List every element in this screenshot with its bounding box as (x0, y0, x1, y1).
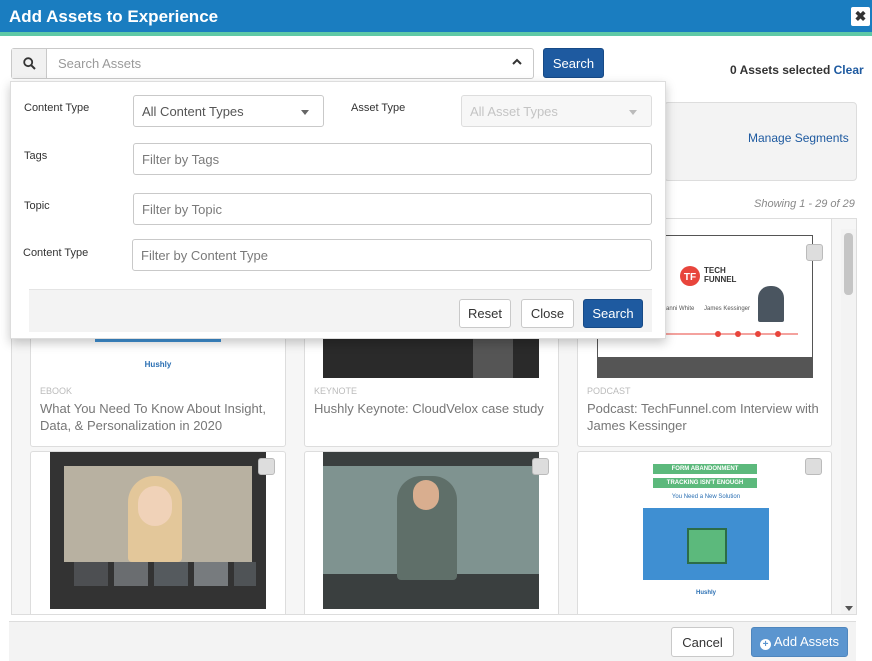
guest-photo (758, 286, 784, 322)
asset-select-checkbox[interactable] (258, 458, 275, 475)
content-type-filter-input[interactable] (132, 239, 652, 271)
reset-button[interactable]: Reset (459, 299, 511, 328)
filter-panel: Content Type All Content Types Asset Typ… (10, 81, 666, 339)
asset-thumbnail (323, 452, 539, 609)
dialog-header: Add Assets to Experience ✖ (0, 0, 872, 36)
asset-card[interactable]: FORM ABANDONMENT TRACKING ISN'T ENOUGH Y… (577, 451, 832, 614)
close-filter-button[interactable]: Close (521, 299, 574, 328)
dialog-title: Add Assets to Experience (9, 7, 219, 26)
content-type-filter-label: Content Type (23, 247, 89, 259)
asset-title: What You Need To Know About Insight, Dat… (40, 401, 266, 433)
thumbnail-brand: Hushly (695, 590, 716, 596)
tags-label: Tags (24, 150, 48, 162)
asset-select-checkbox[interactable] (532, 458, 549, 475)
asset-card[interactable] (304, 451, 559, 614)
asset-type-select[interactable]: All Asset Types (461, 95, 652, 127)
caret-down-icon (629, 110, 637, 115)
content-type-label: Content Type (24, 102, 90, 114)
asset-title: Podcast: TechFunnel.com Interview with J… (587, 401, 819, 433)
search-button[interactable]: Search (543, 48, 604, 78)
segments-panel: Manage Segments (664, 102, 857, 181)
asset-card[interactable] (30, 451, 286, 614)
asset-title: Hushly Keynote: CloudVelox case study (314, 401, 544, 416)
scrollbar-thumb[interactable] (844, 233, 853, 295)
add-assets-button[interactable]: + Add Assets (751, 627, 848, 657)
asset-type: PODCAST (587, 386, 631, 396)
asset-type: KEYNOTE (314, 386, 358, 396)
asset-type-value: All Asset Types (470, 104, 558, 119)
selected-count: 0 Assets selected (730, 63, 831, 77)
clear-link[interactable]: Clear (834, 63, 864, 77)
chevron-up-icon[interactable] (511, 56, 523, 71)
asset-select-checkbox[interactable] (805, 458, 822, 475)
search-icon[interactable] (12, 49, 47, 78)
scroll-down-icon[interactable] (845, 606, 853, 611)
svg-text:TF: TF (684, 272, 696, 283)
filter-panel-footer: Reset Close Search (29, 289, 652, 332)
tags-input[interactable] (133, 143, 652, 175)
filter-search-button[interactable]: Search (583, 299, 643, 328)
thumbnail-subheading: You Need a New Solution (671, 494, 741, 500)
search-bar (11, 48, 534, 79)
thumbnail-heading: FORM ABANDONMENT (653, 464, 757, 474)
content-type-select[interactable]: All Content Types (133, 95, 324, 127)
results-count: Showing 1 - 29 of 29 (754, 198, 855, 210)
asset-thumbnail: FORM ABANDONMENT TRACKING ISN'T ENOUGH Y… (643, 452, 769, 609)
asset-type: EBOOK (40, 386, 73, 396)
asset-thumbnail (50, 452, 266, 609)
thumbnail-brand: Hushly (144, 360, 172, 369)
asset-select-checkbox[interactable] (806, 244, 823, 261)
cancel-button[interactable]: Cancel (671, 627, 734, 657)
dialog-footer: Cancel + Add Assets (9, 621, 856, 661)
manage-segments-link[interactable]: Manage Segments (748, 131, 849, 145)
grid-scrollbar[interactable] (841, 229, 856, 614)
caret-down-icon (301, 110, 309, 115)
content-type-value: All Content Types (142, 104, 244, 119)
search-input[interactable] (48, 49, 498, 78)
close-icon[interactable]: ✖ (851, 7, 870, 26)
thumbnail-brand: TECH FUNNEL (704, 266, 737, 284)
selection-summary: 0 Assets selected Clear (730, 63, 864, 77)
topic-input[interactable] (133, 193, 652, 225)
thumbnail-guest: James Kessinger (704, 306, 751, 312)
add-assets-label: Add Assets (773, 634, 839, 649)
topic-label: Topic (24, 200, 50, 212)
thumbnail-heading: TRACKING ISN'T ENOUGH (653, 478, 757, 488)
plus-circle-icon: + (760, 639, 772, 650)
asset-type-label: Asset Type (351, 102, 406, 114)
